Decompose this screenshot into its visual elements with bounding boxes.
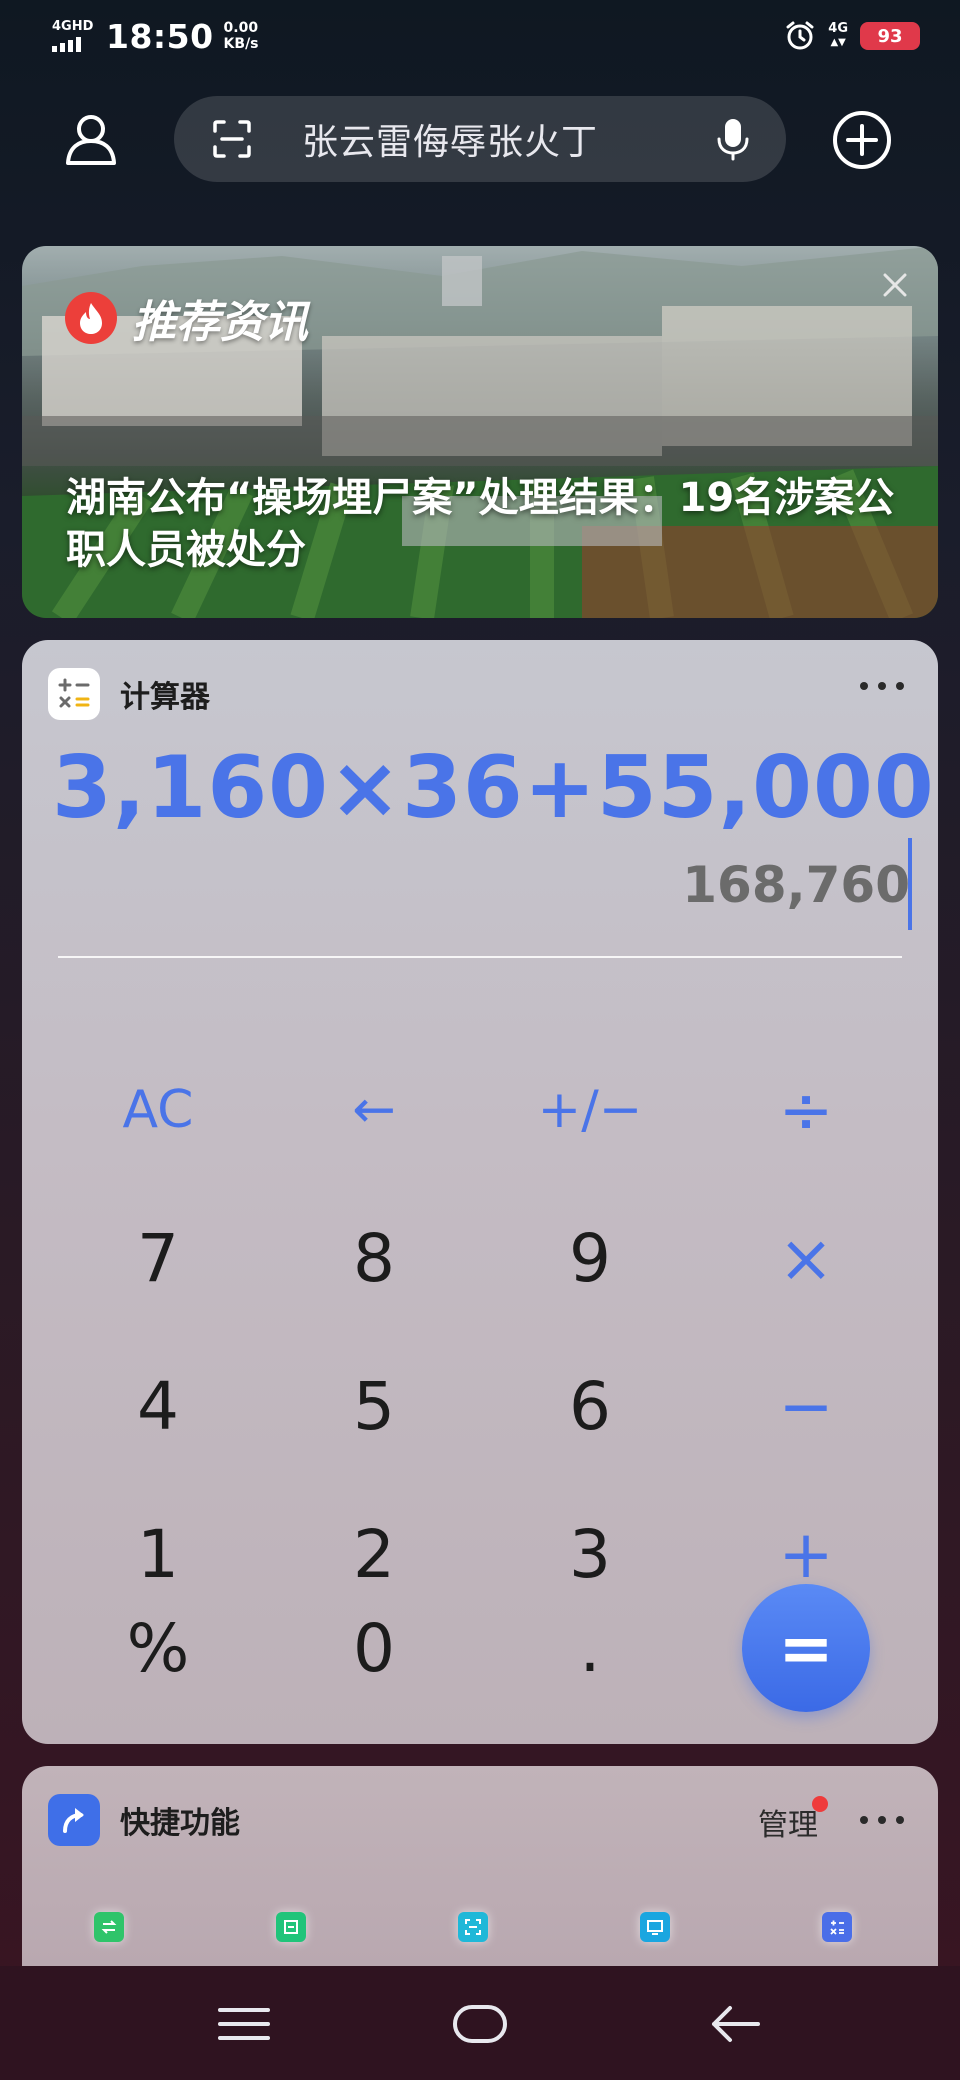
shortcut-refresh[interactable] (256, 1892, 326, 1962)
scan-icon (458, 1912, 488, 1942)
status-time: 18:50 (106, 16, 214, 56)
calculator-title: 计算器 (120, 680, 210, 715)
divider (58, 956, 902, 958)
shortcut-transfer[interactable] (74, 1892, 144, 1962)
news-headline[interactable]: 湖南公布“操场埋尸案”处理结果：19名涉案公职人员被处分 (66, 472, 906, 576)
news-section-label: 推荐资讯 (132, 297, 308, 348)
shortcut-calculator[interactable] (802, 1892, 872, 1962)
search-input[interactable]: 张云雷侮辱张火丁 (174, 96, 786, 182)
minus-button[interactable]: − (736, 1356, 876, 1456)
digit-8-button[interactable]: 8 (304, 1208, 444, 1308)
more-dot-icon (878, 682, 886, 690)
backspace-button[interactable]: ← (304, 1060, 444, 1160)
menu-icon[interactable] (214, 2002, 274, 2046)
battery-level: 93 (877, 25, 903, 47)
more-dot-icon (860, 1816, 868, 1824)
news-card[interactable]: 推荐资讯 湖南公布“操场埋尸案”处理结果：19名涉案公职人员被处分 (22, 246, 938, 618)
shortcuts-title: 快捷功能 (120, 1806, 240, 1841)
user-icon (66, 115, 116, 165)
digit-2-button[interactable]: 2 (304, 1504, 444, 1604)
scan-icon[interactable] (212, 119, 252, 159)
calculator-expression: 3,160×36+55,000 (52, 738, 935, 838)
flame-icon (65, 292, 117, 344)
digit-5-button[interactable]: 5 (304, 1356, 444, 1456)
more-options-button[interactable] (860, 1814, 904, 1826)
shortcuts-widget: 快捷功能 管理 (22, 1766, 938, 1966)
navigation-bar (0, 1966, 960, 2080)
screen-icon (640, 1912, 670, 1942)
transfer-icon (94, 1912, 124, 1942)
search-row: 张云雷侮辱张火丁 (0, 96, 960, 182)
divide-button[interactable]: ÷ (736, 1060, 876, 1160)
percent-button[interactable]: % (88, 1598, 228, 1698)
shortcut-app-icon (48, 1794, 100, 1846)
news-section-header: 推荐资讯 (64, 286, 308, 350)
digit-0-button[interactable]: 0 (304, 1598, 444, 1698)
equals-button[interactable]: = (742, 1584, 870, 1712)
mobile-data-icon: 4G ▲▼ (828, 21, 848, 49)
digit-9-button[interactable]: 9 (520, 1208, 660, 1308)
microphone-icon[interactable] (716, 117, 750, 161)
clear-button[interactable]: AC (88, 1060, 228, 1160)
digit-4-button[interactable]: 4 (88, 1356, 228, 1456)
more-dot-icon (896, 682, 904, 690)
shortcuts-header: 快捷功能 (48, 1794, 240, 1846)
back-icon[interactable] (706, 2002, 766, 2046)
calculator-app-icon (48, 668, 100, 720)
network-speed: 0.00 KB/s (224, 20, 259, 52)
more-dot-icon (860, 682, 868, 690)
digit-6-button[interactable]: 6 (520, 1356, 660, 1456)
close-icon[interactable] (882, 272, 908, 298)
digit-1-button[interactable]: 1 (88, 1504, 228, 1604)
more-dot-icon (896, 1816, 904, 1824)
speed-unit: KB/s (223, 36, 259, 52)
notification-badge (812, 1796, 828, 1812)
refresh-icon (276, 1912, 306, 1942)
shortcut-screen[interactable] (620, 1892, 690, 1962)
calculator-header: 计算器 (48, 668, 210, 720)
home-icon[interactable] (450, 2002, 510, 2046)
speed-value: 0.00 (223, 20, 259, 36)
multiply-button[interactable]: × (736, 1208, 876, 1308)
calculator-icon (822, 1912, 852, 1942)
more-dot-icon (878, 1816, 886, 1824)
status-bar: 4GHD 18:50 0.00 KB/s 4G ▲▼ 93 (0, 0, 960, 72)
shortcut-scan[interactable] (438, 1892, 508, 1962)
profile-button[interactable] (62, 110, 120, 168)
more-options-button[interactable] (860, 680, 904, 692)
alarm-icon (786, 21, 814, 50)
manage-button[interactable]: 管理 (758, 1800, 818, 1844)
mobile-data-label: 4G (828, 21, 848, 36)
add-button[interactable] (832, 110, 892, 170)
digit-7-button[interactable]: 7 (88, 1208, 228, 1308)
network-type-label: 4GHD (52, 19, 94, 34)
cellular-signal-icon: 4GHD (52, 20, 98, 52)
search-query-text: 张云雷侮辱张火丁 (302, 122, 599, 163)
battery-icon: 93 (860, 22, 920, 50)
decimal-point-button[interactable]: . (520, 1598, 660, 1698)
digit-3-button[interactable]: 3 (520, 1504, 660, 1604)
calculator-result: 168,760 (682, 856, 910, 914)
calculator-widget: 计算器 3,160×36+55,000 168,760 AC ← +/− ÷ 7… (22, 640, 938, 1744)
sign-toggle-button[interactable]: +/− (520, 1060, 660, 1160)
